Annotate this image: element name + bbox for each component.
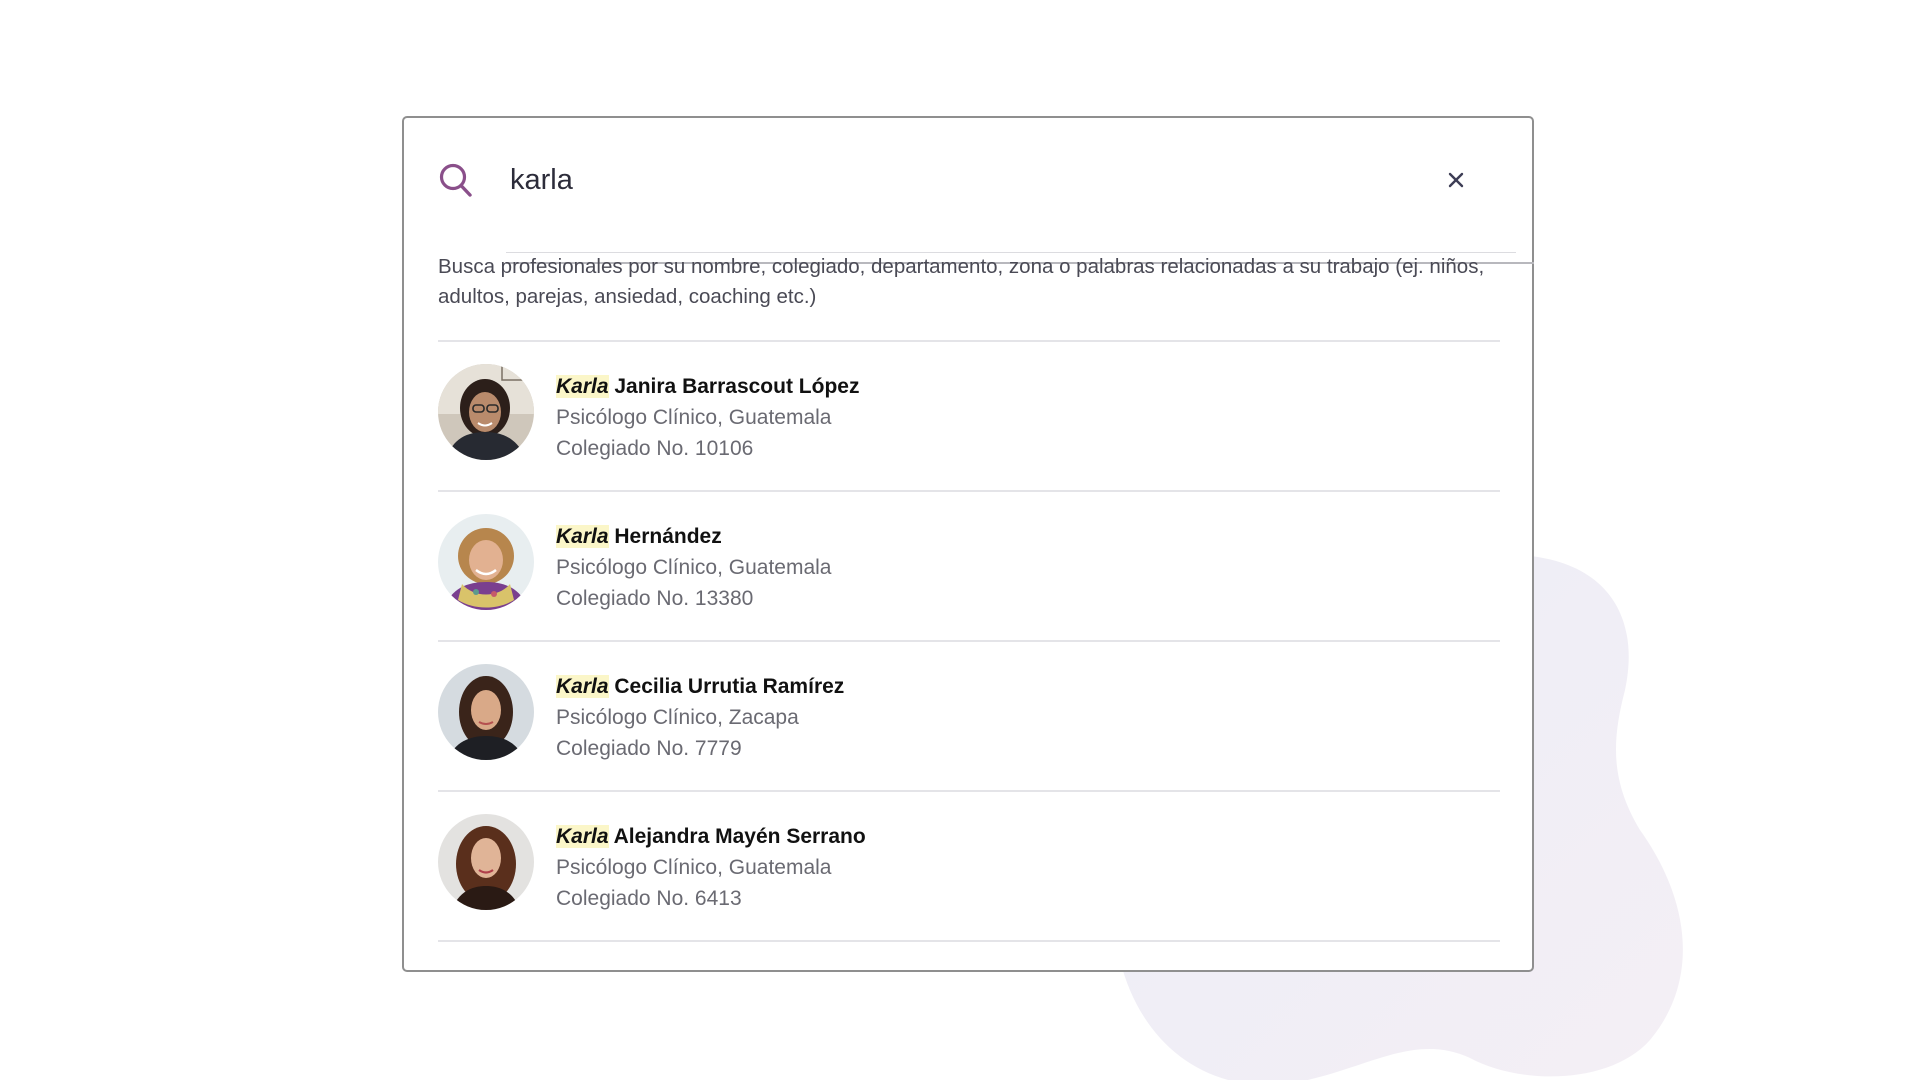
search-bar (438, 160, 1534, 264)
result-name: Karla Janira Barrascout López (556, 372, 859, 402)
name-rest: Cecilia Urrutia Ramírez (608, 675, 845, 698)
result-info: Karla Janira Barrascout López Psicólogo … (556, 372, 859, 464)
result-colegiado: Colegiado No. 7779 (556, 737, 742, 760)
result-info: Karla Alejandra Mayén Serrano Psicólogo … (556, 822, 866, 914)
result-item[interactable]: Karla Alejandra Mayén Serrano Psicólogo … (438, 792, 1500, 942)
result-colegiado: Colegiado No. 10106 (556, 437, 754, 460)
name-rest: Hernández (608, 525, 722, 548)
result-specialty: Psicólogo Clínico, Guatemala (556, 406, 832, 429)
result-item[interactable]: Karla Cecilia Urrutia Ramírez Psicólogo … (438, 642, 1500, 792)
search-help-text: Busca profesionales por su nombre, coleg… (438, 255, 1485, 308)
result-specialty: Psicólogo Clínico, Guatemala (556, 556, 832, 579)
name-highlight: Karla (556, 825, 609, 848)
avatar (438, 364, 534, 460)
search-icon (438, 160, 474, 200)
result-specialty: Psicólogo Clínico, Zacapa (556, 706, 799, 729)
avatar (438, 664, 534, 760)
avatar (438, 514, 534, 610)
result-item[interactable]: Karla Janira Barrascout López Psicólogo … (438, 342, 1500, 492)
result-colegiado: Colegiado No. 13380 (556, 587, 754, 610)
result-colegiado: Colegiado No. 6413 (556, 887, 742, 910)
name-highlight: Karla (556, 375, 609, 398)
name-highlight: Karla (556, 525, 609, 548)
result-name: Karla Cecilia Urrutia Ramírez (556, 672, 844, 702)
result-item[interactable]: Karla Hernández Psicólogo Clínico, Guate… (438, 492, 1500, 642)
result-info: Karla Cecilia Urrutia Ramírez Psicólogo … (556, 672, 844, 764)
results-list: Karla Janira Barrascout López Psicólogo … (438, 340, 1500, 942)
clear-search-button[interactable] (1438, 162, 1474, 198)
close-icon (1438, 172, 1474, 201)
avatar (438, 814, 534, 910)
result-specialty: Psicólogo Clínico, Guatemala (556, 856, 832, 879)
name-highlight: Karla (556, 675, 609, 698)
name-rest: Alejandra Mayén Serrano (608, 825, 866, 848)
result-info: Karla Hernández Psicólogo Clínico, Guate… (556, 522, 831, 614)
result-name: Karla Alejandra Mayén Serrano (556, 822, 866, 852)
search-panel: Busca profesionales por su nombre, coleg… (402, 116, 1534, 972)
name-rest: Janira Barrascout López (608, 375, 860, 398)
page: Busca profesionales por su nombre, coleg… (0, 0, 1920, 1080)
search-input[interactable] (510, 160, 1380, 200)
result-name: Karla Hernández (556, 522, 831, 552)
